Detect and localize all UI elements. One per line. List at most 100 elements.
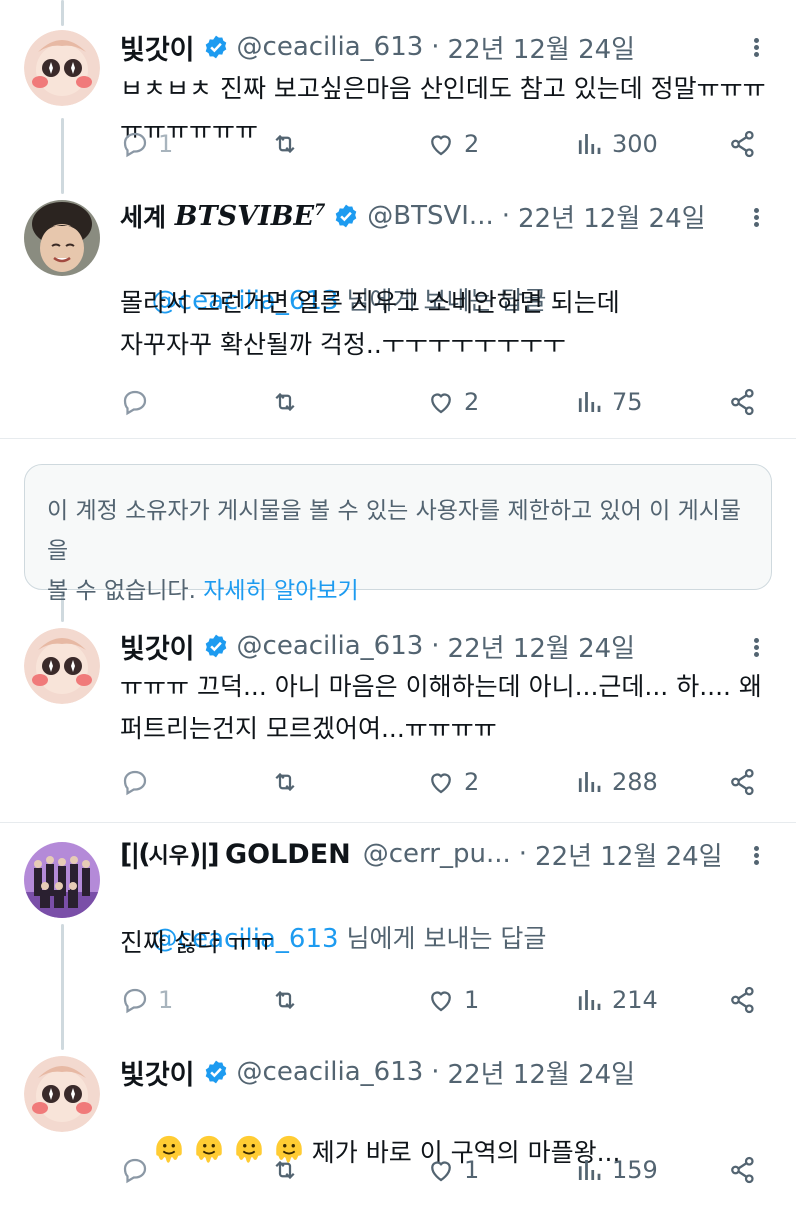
share-icon bbox=[731, 986, 754, 1014]
share-button[interactable] bbox=[728, 124, 766, 164]
like-count: 2 bbox=[464, 130, 480, 158]
tweet-text: 몰라서 그런거면 얼른 지우고 소비안하면 되는데 자꾸자꾸 확산될까 걱정..… bbox=[120, 288, 620, 359]
reply-button[interactable] bbox=[120, 382, 158, 422]
divider bbox=[0, 438, 796, 439]
notice-message: 이 계정 소유자가 게시물을 볼 수 있는 사용자를 제한하고 있어 이 게시물… bbox=[47, 498, 742, 604]
timestamp[interactable]: 22년 12월 24일 bbox=[535, 836, 723, 873]
display-name[interactable]: 빛갓이 bbox=[120, 627, 195, 666]
retweet-button[interactable] bbox=[270, 762, 308, 802]
views-icon bbox=[578, 134, 601, 154]
reply-button[interactable]: 1 bbox=[120, 124, 173, 164]
reply-button[interactable] bbox=[120, 762, 158, 802]
like-count: 1 bbox=[464, 1156, 480, 1184]
tweet-header: [|( 시우 )|] GOLDEN @cerr_pu... · 22년 12월 … bbox=[120, 834, 723, 874]
retweet-button[interactable] bbox=[270, 980, 308, 1020]
display-name[interactable]: GOLDEN bbox=[225, 839, 351, 870]
avatar-photo-icon bbox=[24, 200, 100, 276]
timestamp[interactable]: 22년 12월 24일 bbox=[518, 198, 706, 235]
handle[interactable]: @ceacilia_613 bbox=[237, 1057, 424, 1087]
share-button[interactable] bbox=[728, 762, 766, 802]
tweet-actions: 1 2 300 bbox=[120, 124, 766, 164]
share-button[interactable] bbox=[728, 1150, 766, 1190]
avatar[interactable] bbox=[24, 628, 100, 704]
share-icon bbox=[731, 388, 754, 416]
more-icon[interactable] bbox=[744, 36, 768, 60]
name-decoration-right: )|] bbox=[189, 838, 225, 870]
avatar[interactable] bbox=[24, 200, 100, 276]
timestamp[interactable]: 22년 12월 24일 bbox=[448, 628, 636, 665]
verified-badge-icon bbox=[335, 204, 357, 228]
like-button[interactable]: 1 bbox=[426, 980, 479, 1020]
like-icon bbox=[431, 1161, 451, 1182]
views-icon bbox=[578, 1160, 601, 1180]
verified-badge-icon bbox=[205, 634, 226, 658]
like-button[interactable]: 2 bbox=[426, 762, 479, 802]
reply-button[interactable] bbox=[120, 1150, 158, 1190]
tweet-actions: 1 1 214 bbox=[120, 980, 766, 1020]
display-name[interactable]: 빛갓이 bbox=[120, 28, 195, 67]
like-count: 2 bbox=[464, 388, 480, 416]
handle[interactable]: @ceacilia_613 bbox=[237, 32, 424, 62]
reply-button[interactable]: 1 bbox=[120, 980, 173, 1020]
like-count: 2 bbox=[464, 768, 480, 796]
like-button[interactable]: 2 bbox=[426, 124, 479, 164]
share-button[interactable] bbox=[728, 382, 766, 422]
thread-line-1 bbox=[61, 118, 64, 194]
timestamp[interactable]: 22년 12월 24일 bbox=[448, 29, 636, 66]
like-icon bbox=[431, 991, 451, 1012]
like-count: 1 bbox=[464, 986, 480, 1014]
display-name-prefix[interactable]: 세계 bbox=[120, 198, 175, 234]
display-name-prefix[interactable]: 시우 bbox=[149, 838, 189, 870]
more-icon[interactable] bbox=[744, 206, 768, 230]
retweet-button[interactable] bbox=[270, 124, 308, 164]
views-button[interactable]: 75 bbox=[574, 382, 643, 422]
retweet-icon bbox=[275, 772, 295, 792]
avatar[interactable] bbox=[24, 30, 100, 106]
like-button[interactable]: 1 bbox=[426, 1150, 479, 1190]
views-icon bbox=[578, 772, 601, 792]
handle[interactable]: @cerr_pu... bbox=[363, 839, 511, 869]
like-icon bbox=[431, 135, 451, 156]
tweet-header: 빛갓이 @ceacilia_613 · 22년 12월 24일 bbox=[120, 27, 635, 67]
share-button[interactable] bbox=[728, 980, 766, 1020]
timestamp[interactable]: 22년 12월 24일 bbox=[448, 1054, 636, 1091]
tweet-actions: 2 75 bbox=[120, 382, 766, 422]
separator-dot: · bbox=[518, 839, 528, 869]
tweet-actions: 2 288 bbox=[120, 762, 766, 802]
learn-more-link[interactable]: 자세히 알아보기 bbox=[203, 578, 358, 604]
views-count: 300 bbox=[612, 130, 658, 158]
name-decoration-left: [|( bbox=[120, 838, 151, 870]
divider bbox=[0, 822, 796, 823]
thread-line-3 bbox=[61, 924, 64, 1050]
views-button[interactable]: 288 bbox=[574, 762, 658, 802]
like-button[interactable]: 2 bbox=[426, 382, 479, 422]
tweet-header: 세계 BTSVIBE7 @BTSVI... · 22년 12월 24일 bbox=[120, 196, 706, 236]
display-name[interactable]: 빛갓이 bbox=[120, 1053, 195, 1092]
retweet-button[interactable] bbox=[270, 1150, 308, 1190]
avatar[interactable] bbox=[24, 1056, 100, 1132]
tweet-header: 빛갓이 @ceacilia_613 · 22년 12월 24일 bbox=[120, 1052, 635, 1092]
handle[interactable]: @ceacilia_613 bbox=[237, 631, 424, 661]
verified-badge-icon bbox=[205, 35, 226, 59]
tweet-header: 빛갓이 @ceacilia_613 · 22년 12월 24일 bbox=[120, 626, 635, 666]
like-icon bbox=[431, 773, 451, 794]
share-icon bbox=[731, 768, 754, 796]
views-count: 288 bbox=[612, 768, 658, 796]
handle[interactable]: @BTSVI... bbox=[367, 201, 493, 231]
avatar[interactable] bbox=[24, 842, 100, 918]
more-icon[interactable] bbox=[744, 636, 768, 660]
separator-dot: · bbox=[431, 32, 440, 62]
views-button[interactable]: 300 bbox=[574, 124, 658, 164]
tweet-actions: 1 159 bbox=[120, 1150, 766, 1190]
tweet-text: ㅠㅠㅠ 끄덕... 아니 마음은 이해하는데 아니...근데... 하.... … bbox=[120, 672, 762, 743]
views-count: 159 bbox=[612, 1156, 658, 1184]
display-name[interactable]: BTSVIBE7 bbox=[175, 200, 326, 232]
more-icon[interactable] bbox=[744, 844, 768, 868]
avatar-cartoon-icon bbox=[24, 30, 100, 106]
reply-icon bbox=[123, 390, 147, 416]
retweet-button[interactable] bbox=[270, 382, 308, 422]
separator-dot: · bbox=[431, 631, 440, 661]
views-icon bbox=[578, 392, 601, 412]
views-button[interactable]: 159 bbox=[574, 1150, 658, 1190]
views-button[interactable]: 214 bbox=[574, 980, 658, 1020]
